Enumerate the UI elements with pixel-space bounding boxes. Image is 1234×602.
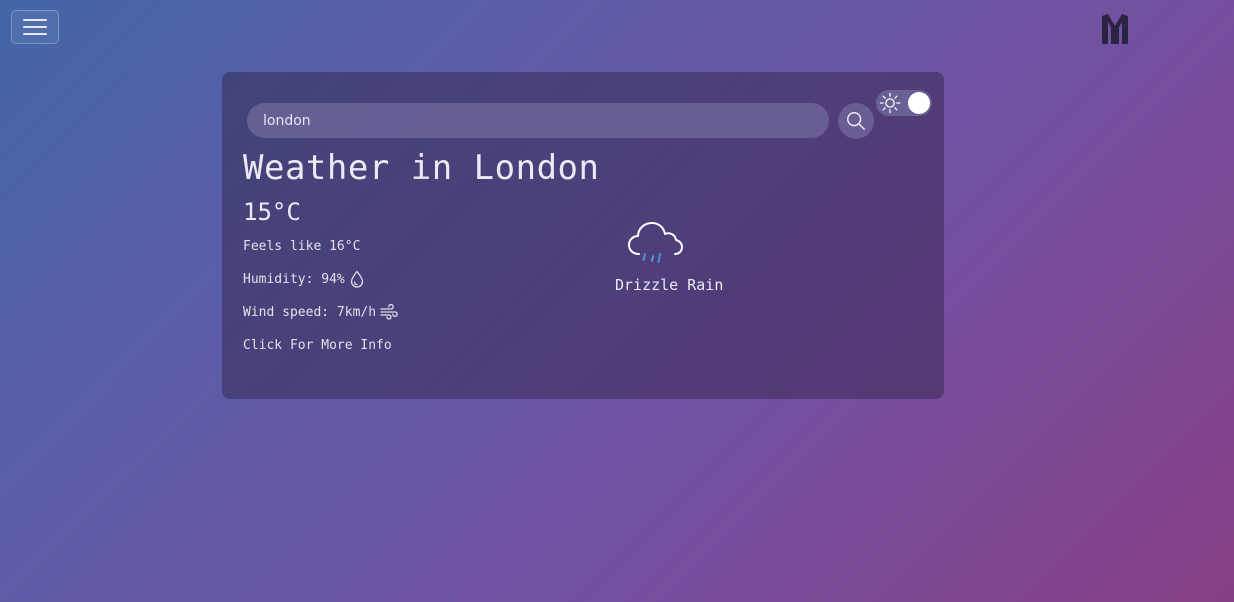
cloud-drizzle-icon [628, 222, 683, 263]
menu-button[interactable] [11, 10, 59, 44]
humidity: Humidity: 94% [243, 270, 365, 288]
search-button[interactable] [838, 103, 874, 139]
theme-toggle[interactable] [876, 90, 932, 116]
sun-icon [879, 92, 901, 114]
feels-like: Feels like 16°C [243, 239, 360, 254]
temperature: 15°C [243, 198, 301, 226]
search-icon [847, 112, 865, 130]
more-info-link[interactable]: Click For More Info [243, 338, 392, 353]
city-title: Weather in London [243, 148, 600, 188]
droplet-icon [350, 270, 363, 288]
m-logo-icon [1102, 14, 1128, 44]
wind-icon [380, 304, 398, 320]
weather-description: Drizzle Rain [615, 276, 724, 294]
weather-card: Weather in London 15°C Feels like 16°C H… [222, 72, 944, 399]
menu-line [23, 26, 47, 28]
menu-line [23, 19, 47, 21]
wind-speed: Wind speed: 7km/h [243, 304, 398, 320]
wind-speed-text: Wind speed: 7km/h [243, 304, 377, 320]
menu-line [23, 33, 47, 35]
feels-like-text: Feels like 16°C [243, 239, 361, 254]
search-input[interactable] [247, 103, 829, 138]
toggle-knob [908, 92, 930, 114]
humidity-text: Humidity: 94% [243, 271, 345, 287]
